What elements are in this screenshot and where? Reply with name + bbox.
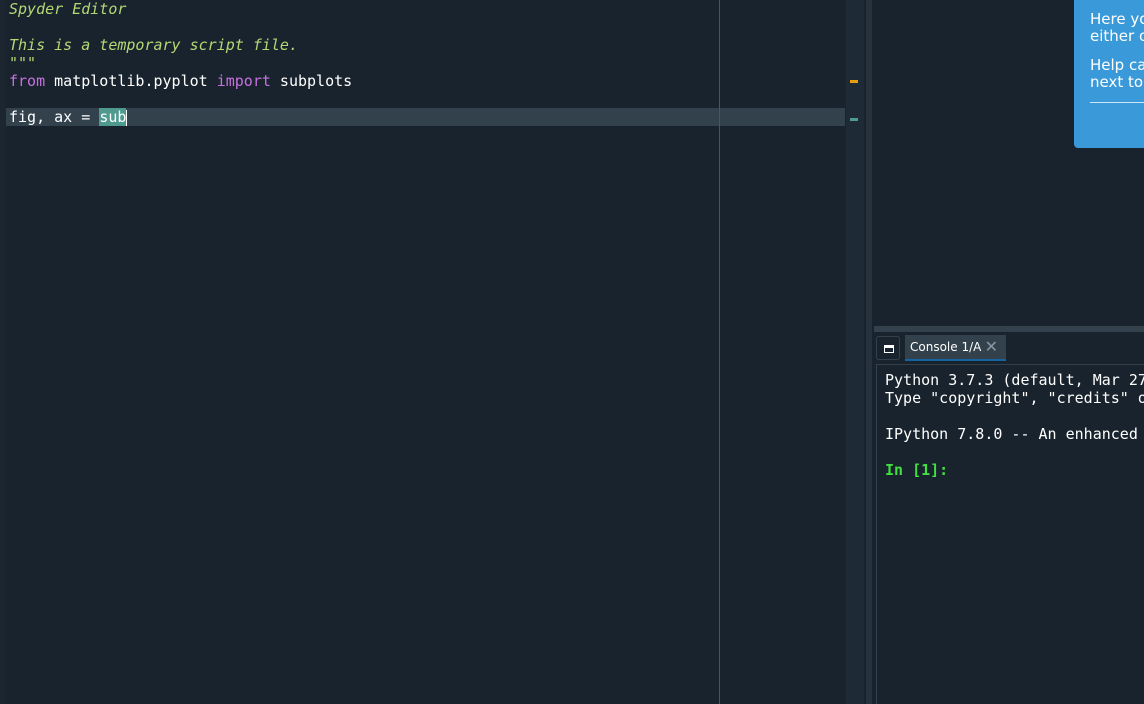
- edge-line: [719, 0, 720, 704]
- console-options-button[interactable]: [876, 336, 900, 360]
- splitter-handle[interactable]: [866, 0, 872, 704]
- code-line-docstring-title: Spyder Editor: [9, 0, 127, 18]
- tab-label: Console 1/A: [910, 340, 982, 354]
- spyder-window: Spyder Editor This is a temporary script…: [0, 0, 1144, 704]
- ipython-console-pane: Console 1/A ✕ Python 3.7.3 (default, Mar…: [874, 332, 1144, 704]
- text-cursor: [126, 109, 128, 126]
- console-output[interactable]: Python 3.7.3 (default, Mar 27 Type "copy…: [876, 364, 1144, 704]
- imported-name: subplots: [270, 72, 353, 90]
- editor-gutter: [0, 0, 6, 704]
- help-pane: Here yo either o Help car next to: [874, 0, 1144, 326]
- keyword-import: import: [216, 72, 271, 90]
- help-tip-line-2: either o: [1090, 27, 1144, 45]
- highlighted-occurrence: sub: [99, 108, 127, 126]
- close-icon[interactable]: ✕: [985, 335, 998, 359]
- code-line-docstring-text: This is a temporary script file.: [9, 36, 298, 54]
- help-tip-divider: [1090, 102, 1144, 103]
- console-line-type-hint: Type "copyright", "credits" o: [885, 389, 1144, 407]
- code-line-docstring-end: """: [9, 54, 37, 72]
- console-line-python-version: Python 3.7.3 (default, Mar 27: [885, 371, 1144, 389]
- console-prompt[interactable]: In [1]:: [885, 461, 948, 479]
- code-line-assignment: fig, ax = sub: [9, 108, 128, 126]
- code-editor[interactable]: Spyder Editor This is a temporary script…: [0, 0, 846, 704]
- help-tip-line-1: Here yo: [1090, 10, 1144, 28]
- module-name: matplotlib.pyplot: [45, 72, 217, 90]
- tab-console-1a[interactable]: Console 1/A ✕: [905, 335, 1006, 361]
- occurrence-flag-marker[interactable]: [850, 118, 858, 121]
- code-line-import: from matplotlib.pyplot import subplots: [9, 72, 352, 90]
- help-tip-box: Here yo either o Help car next to: [1074, 0, 1144, 148]
- console-line-ipython-version: IPython 7.8.0 -- An enhanced: [885, 425, 1138, 443]
- help-tip-line-4: next to: [1090, 73, 1144, 91]
- window-icon: [884, 345, 894, 353]
- assignment-text: fig, ax =: [9, 108, 100, 126]
- keyword-from: from: [9, 72, 46, 90]
- editor-scroll-flag-area[interactable]: [846, 0, 864, 704]
- warning-flag-marker[interactable]: [850, 80, 858, 83]
- help-tip-line-3: Help car: [1090, 56, 1144, 74]
